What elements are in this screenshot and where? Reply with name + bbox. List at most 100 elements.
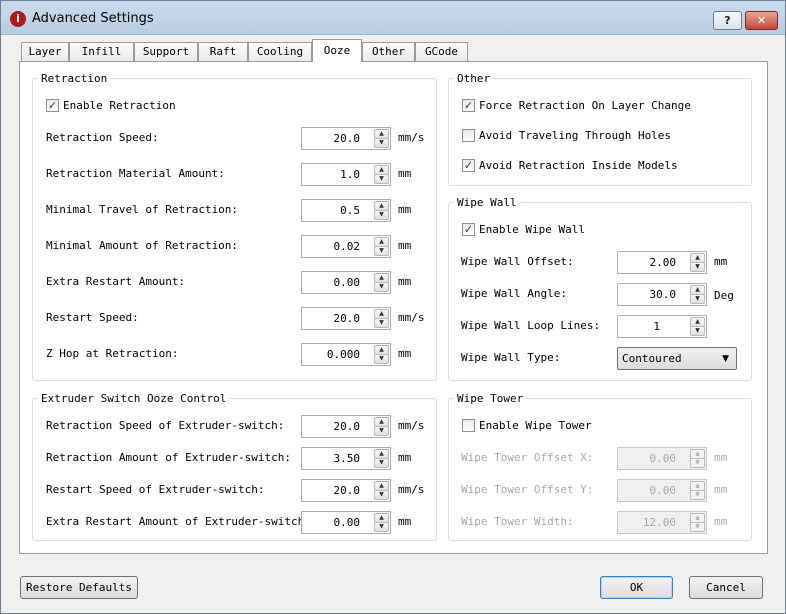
switch-retraction-speed-unit: mm/s	[398, 419, 425, 432]
minimal-travel-label: Minimal Travel of Retraction:	[46, 203, 239, 216]
retraction-material-amount-spinbox[interactable]: 1.0 ▲ ▼	[301, 163, 391, 186]
wipe-wall-type-dropdown[interactable]: Contoured ▼	[617, 347, 737, 370]
restart-speed-value: 20.0	[333, 312, 361, 325]
extra-restart-amount-unit: mm	[398, 275, 412, 288]
help-button[interactable]: ?	[713, 11, 742, 30]
force-retraction-label: Force Retraction On Layer Change	[479, 99, 691, 112]
spin-down-icon[interactable]: ▼	[374, 282, 389, 292]
spin-down-icon[interactable]: ▼	[374, 354, 389, 364]
wipe-wall-angle-unit: Deg	[714, 289, 734, 302]
spin-down-icon[interactable]: ▼	[374, 210, 389, 220]
spin-arrows: ▲ ▼	[374, 273, 389, 292]
wipe-wall-angle-spinbox[interactable]: 30.0 ▲ ▼	[617, 283, 707, 306]
spin-down-icon[interactable]: ▼	[374, 490, 389, 500]
retraction-speed-spinbox[interactable]: 20.0 ▲ ▼	[301, 127, 391, 150]
tab-infill[interactable]: Infill	[69, 42, 134, 61]
switch-extra-restart-spinbox[interactable]: 0.00 ▲ ▼	[301, 511, 391, 534]
spin-arrows: ▲ ▼	[374, 345, 389, 364]
spin-down-icon[interactable]: ▼	[374, 458, 389, 468]
force-retraction-checkbox[interactable]: ✓	[462, 99, 475, 112]
retraction-speed-unit: mm/s	[398, 131, 425, 144]
extruder-switch-group-title: Extruder Switch Ooze Control	[38, 392, 230, 405]
spin-down-icon[interactable]: ▼	[690, 262, 705, 272]
enable-retraction-label: Enable Retraction	[63, 99, 176, 112]
wipe-tower-offset-x-value: 0.00	[649, 452, 677, 465]
tab-other[interactable]: Other	[362, 42, 415, 61]
wipe-tower-offset-x-unit: mm	[714, 451, 728, 464]
wipe-wall-offset-unit: mm	[714, 255, 728, 268]
tab-layer[interactable]: Layer	[21, 42, 69, 61]
wipe-tower-offset-y-label: Wipe Tower Offset Y:	[461, 483, 594, 496]
spin-down-icon[interactable]: ▼	[690, 294, 705, 304]
spin-arrows: ▲ ▼	[374, 129, 389, 148]
wipe-wall-loop-lines-value: 1	[653, 320, 660, 333]
spin-arrows: ▲ ▼	[374, 165, 389, 184]
enable-wipe-tower-checkbox[interactable]	[462, 419, 475, 432]
extra-restart-amount-spinbox[interactable]: 0.00 ▲ ▼	[301, 271, 391, 294]
wipe-tower-width-value: 12.00	[642, 516, 676, 529]
enable-wipe-tower-label: Enable Wipe Tower	[479, 419, 592, 432]
tab-cooling[interactable]: Cooling	[248, 42, 312, 61]
wipe-wall-angle-label: Wipe Wall Angle:	[461, 287, 567, 300]
close-button[interactable]: ✕	[745, 11, 778, 30]
z-hop-spinbox[interactable]: 0.000 ▲ ▼	[301, 343, 391, 366]
tab-ooze[interactable]: Ooze	[312, 39, 362, 62]
switch-restart-speed-label: Restart Speed of Extruder-switch:	[46, 483, 265, 496]
spin-arrows: ▲ ▼	[690, 513, 705, 532]
other-group-title: Other	[454, 72, 494, 85]
switch-extra-restart-value: 0.00	[333, 516, 361, 529]
title-bar: i Advanced Settings ? ✕	[1, 1, 785, 35]
wipe-tower-offset-x-label: Wipe Tower Offset X:	[461, 451, 594, 464]
tab-raft[interactable]: Raft	[198, 42, 248, 61]
wipe-tower-offset-y-spinbox: 0.00 ▲ ▼	[617, 479, 707, 502]
spin-down-icon[interactable]: ▼	[374, 522, 389, 532]
tab-gcode[interactable]: GCode	[415, 42, 468, 61]
spin-down-icon[interactable]: ▼	[374, 426, 389, 436]
avoid-traveling-checkbox[interactable]	[462, 129, 475, 142]
spin-down-icon[interactable]: ▼	[374, 246, 389, 256]
wipe-tower-offset-x-spinbox: 0.00 ▲ ▼	[617, 447, 707, 470]
wipe-wall-loop-lines-spinbox[interactable]: 1 ▲ ▼	[617, 315, 707, 338]
chevron-down-icon: ▼	[722, 354, 729, 364]
retraction-group-title: Retraction	[38, 72, 111, 85]
switch-retraction-speed-spinbox[interactable]: 20.0 ▲ ▼	[301, 415, 391, 438]
spin-down-icon: ▼	[690, 490, 705, 500]
wipe-wall-type-value: Contoured	[622, 352, 682, 365]
z-hop-label: Z Hop at Retraction:	[46, 347, 179, 360]
retraction-material-amount-unit: mm	[398, 167, 412, 180]
switch-restart-speed-value: 20.0	[333, 484, 361, 497]
tab-support[interactable]: Support	[134, 42, 198, 61]
restart-speed-spinbox[interactable]: 20.0 ▲ ▼	[301, 307, 391, 330]
spin-arrows: ▲ ▼	[374, 237, 389, 256]
spin-down-icon[interactable]: ▼	[374, 174, 389, 184]
switch-retraction-amount-spinbox[interactable]: 3.50 ▲ ▼	[301, 447, 391, 470]
spin-down-icon[interactable]: ▼	[374, 318, 389, 328]
wipe-wall-offset-spinbox[interactable]: 2.00 ▲ ▼	[617, 251, 707, 274]
minimal-amount-spinbox[interactable]: 0.02 ▲ ▼	[301, 235, 391, 258]
spin-arrows: ▲ ▼	[690, 481, 705, 500]
minimal-amount-unit: mm	[398, 239, 412, 252]
wipe-tower-offset-y-unit: mm	[714, 483, 728, 496]
retraction-material-amount-value: 1.0	[340, 168, 360, 181]
enable-retraction-checkbox[interactable]: ✓	[46, 99, 59, 112]
spin-down-icon[interactable]: ▼	[690, 326, 705, 336]
switch-restart-speed-spinbox[interactable]: 20.0 ▲ ▼	[301, 479, 391, 502]
enable-wipe-wall-checkbox[interactable]: ✓	[462, 223, 475, 236]
wipe-wall-offset-label: Wipe Wall Offset:	[461, 255, 574, 268]
spin-arrows: ▲ ▼	[374, 481, 389, 500]
switch-retraction-speed-label: Retraction Speed of Extruder-switch:	[46, 419, 285, 432]
restore-defaults-button[interactable]: Restore Defaults	[20, 576, 138, 599]
extra-restart-amount-label: Extra Restart Amount:	[46, 275, 186, 288]
ok-button[interactable]: OK	[600, 576, 673, 599]
spin-down-icon[interactable]: ▼	[374, 138, 389, 148]
minimal-travel-spinbox[interactable]: 0.5 ▲ ▼	[301, 199, 391, 222]
wipe-wall-offset-value: 2.00	[649, 256, 677, 269]
retraction-group	[32, 78, 437, 381]
cancel-button[interactable]: Cancel	[689, 576, 763, 599]
wipe-wall-angle-value: 30.0	[649, 288, 677, 301]
spin-down-icon: ▼	[690, 458, 705, 468]
spin-arrows: ▲ ▼	[690, 449, 705, 468]
avoid-retraction-checkbox[interactable]: ✓	[462, 159, 475, 172]
minimal-amount-value: 0.02	[333, 240, 361, 253]
spin-arrows: ▲ ▼	[690, 285, 705, 304]
